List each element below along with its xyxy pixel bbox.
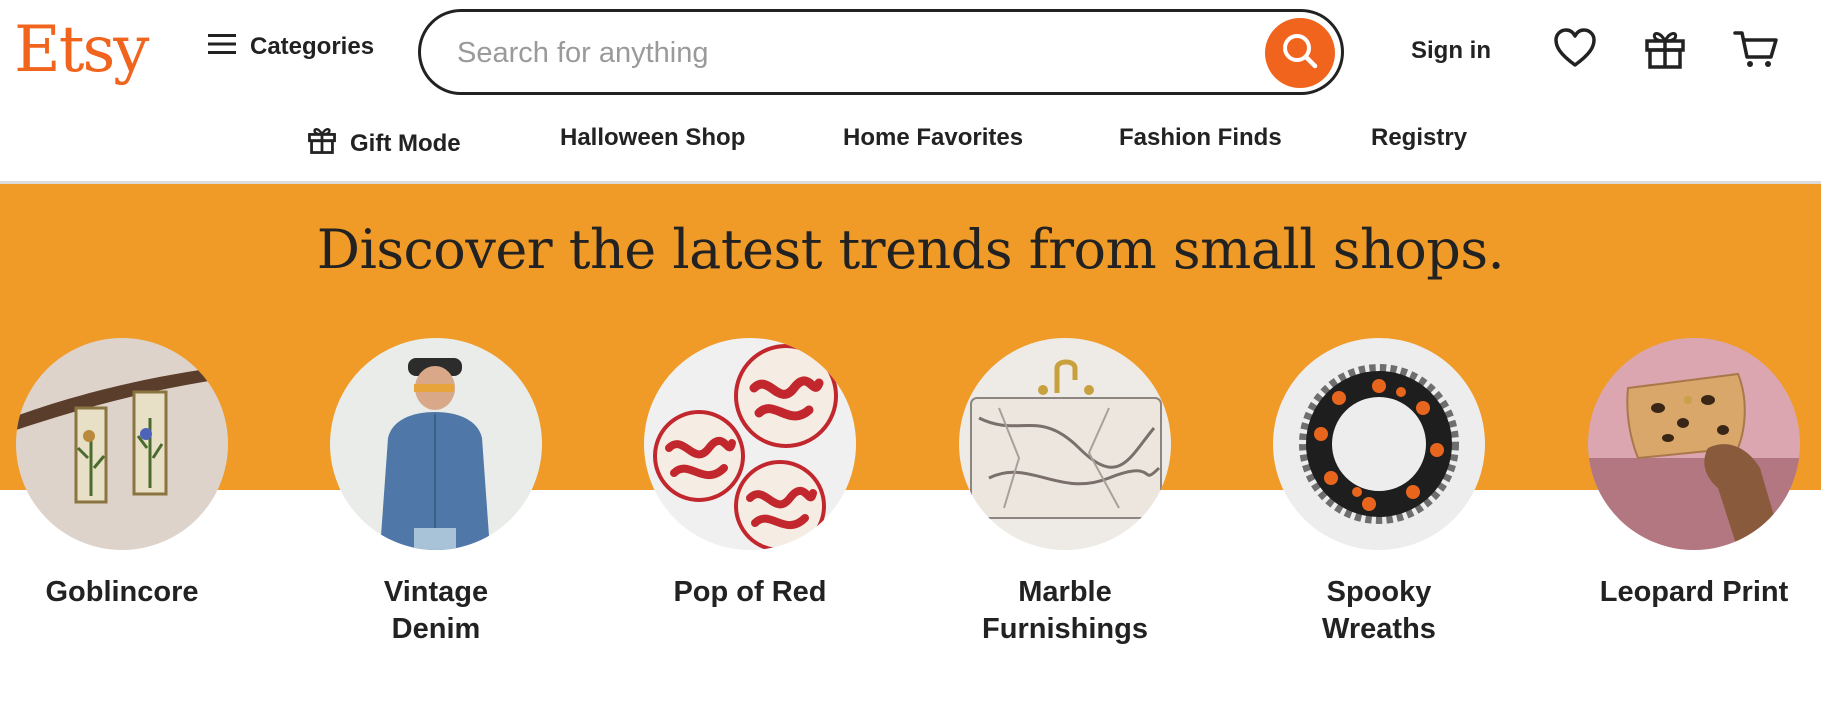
sign-in-link[interactable]: Sign in <box>1411 37 1491 65</box>
trend-image-vintage-denim <box>330 338 542 550</box>
trend-card-pop-of-red[interactable]: Pop of Red <box>620 338 880 611</box>
secondary-nav: Gift Mode Halloween Shop Home Favorites … <box>0 112 1821 168</box>
trend-card-goblincore[interactable]: Goblincore <box>0 338 252 611</box>
trend-label: Goblincore <box>0 574 252 611</box>
nav-home-favorites[interactable]: Home Favorites <box>843 124 1023 152</box>
categories-button[interactable]: Categories <box>208 32 374 61</box>
trend-label-line1: Goblincore <box>45 576 199 608</box>
trend-card-leopard-print[interactable]: Leopard Print <box>1564 338 1821 611</box>
nav-label: Halloween Shop <box>560 124 746 151</box>
trend-label-line2: Furnishings <box>982 613 1148 645</box>
header: Etsy Categories Sign in <box>0 0 1821 104</box>
nav-label: Gift Mode <box>350 129 461 157</box>
etsy-logo[interactable]: Etsy <box>14 6 149 94</box>
trend-card-spooky-wreaths[interactable]: Spooky Wreaths <box>1249 338 1509 648</box>
trend-label-line1: Leopard Print <box>1599 576 1789 608</box>
trend-card-vintage-denim[interactable]: Vintage Denim <box>306 338 566 648</box>
trend-label-line1: Marble <box>1018 576 1112 608</box>
trend-image-marble-furnishings <box>959 338 1171 550</box>
nav-label: Home Favorites <box>843 124 1024 151</box>
trend-label: Leopard Print <box>1564 574 1821 611</box>
trend-label-line1: Pop of Red <box>673 576 827 608</box>
nav-halloween-shop[interactable]: Halloween Shop <box>560 124 745 152</box>
banner-headline: Discover the latest trends from small sh… <box>316 218 1505 281</box>
search-button[interactable] <box>1265 18 1335 88</box>
trend-label-line1: Vintage <box>383 576 489 608</box>
nav-registry[interactable]: Registry <box>1371 124 1467 152</box>
heart-icon[interactable] <box>1552 26 1598 72</box>
categories-label: Categories <box>250 32 375 60</box>
trend-label: Marble Furnishings <box>935 574 1195 648</box>
search-input[interactable] <box>455 30 1259 76</box>
trend-label-line2: Wreaths <box>1322 613 1436 645</box>
search-icon <box>1280 31 1320 76</box>
trend-label-line2: Denim <box>391 613 481 645</box>
trend-card-marble-furnishings[interactable]: Marble Furnishings <box>935 338 1195 648</box>
trend-image-pop-of-red <box>644 338 856 550</box>
trend-label: Pop of Red <box>620 574 880 611</box>
cart-icon[interactable] <box>1733 26 1779 72</box>
nav-label: Fashion Finds <box>1119 124 1282 151</box>
nav-fashion-finds[interactable]: Fashion Finds <box>1119 124 1282 152</box>
trend-image-goblincore <box>16 338 228 550</box>
trend-label-line1: Spooky <box>1326 576 1432 608</box>
nav-label: Registry <box>1371 124 1468 151</box>
search-bar <box>418 9 1344 95</box>
menu-icon <box>208 32 236 61</box>
gift-icon <box>306 124 338 163</box>
gift-icon[interactable] <box>1642 26 1688 72</box>
trend-label: Spooky Wreaths <box>1249 574 1509 648</box>
trend-label: Vintage Denim <box>306 574 566 648</box>
trend-image-spooky-wreaths <box>1273 338 1485 550</box>
trend-image-leopard-print <box>1588 338 1800 550</box>
nav-gift-mode[interactable]: Gift Mode <box>306 124 461 163</box>
